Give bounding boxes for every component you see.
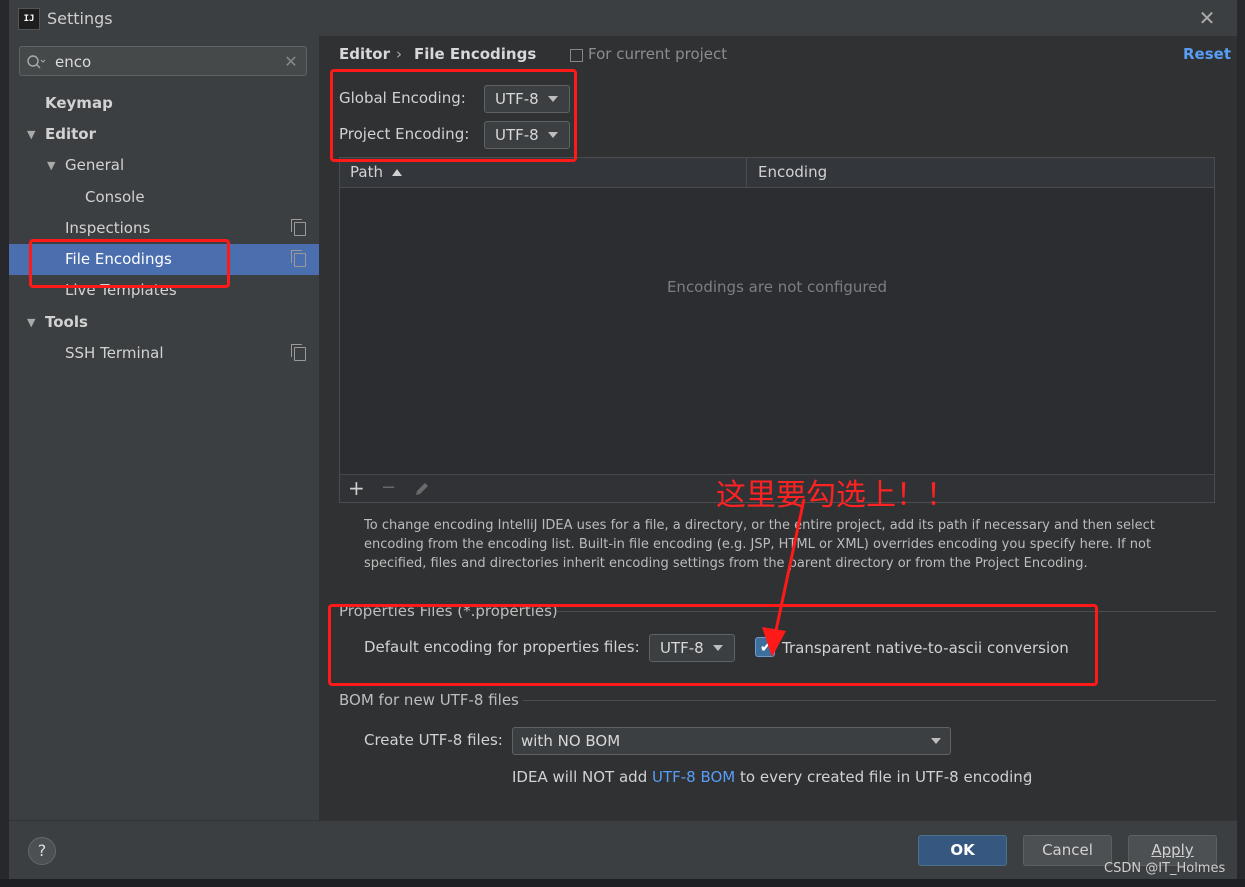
add-icon[interactable]: + [348, 478, 366, 498]
sidebar-item-label: Editor [45, 125, 96, 143]
watermark: CSDN @IT_Holmes [1104, 861, 1226, 876]
close-icon[interactable]: ✕ [1196, 7, 1218, 29]
project-scope-icon [291, 344, 306, 361]
bom-select[interactable]: with NO BOM [512, 727, 951, 755]
annotation-box-properties [328, 604, 1098, 686]
sidebar-item-keymap[interactable]: Keymap [9, 88, 319, 119]
search-icon[interactable] [26, 53, 46, 71]
annotation-arrow [762, 498, 806, 657]
search-input[interactable] [55, 50, 275, 74]
external-link-icon: ↗ [1022, 768, 1033, 782]
page-title: File Encodings [414, 45, 537, 63]
background-editor-strip-right [1237, 0, 1245, 887]
sort-ascending-icon [392, 169, 402, 176]
sidebar-item-tools[interactable]: ▼ Tools [9, 307, 319, 338]
chevron-down-icon[interactable]: ▼ [27, 307, 35, 338]
encodings-table[interactable] [339, 157, 1215, 503]
clear-search-icon[interactable]: ✕ [283, 52, 299, 72]
chevron-down-icon[interactable]: ▼ [47, 150, 55, 181]
bom-note-suffix: to every created file in UTF-8 encoding [735, 768, 1033, 786]
sidebar-item-label: Console [85, 188, 145, 206]
annotation-box-encodings [330, 69, 577, 162]
cancel-button[interactable]: Cancel [1023, 835, 1112, 866]
section-divider [523, 700, 1216, 701]
bom-select-value: with NO BOM [521, 732, 621, 750]
ok-button[interactable]: OK [918, 835, 1007, 866]
project-scope-icon [291, 219, 306, 236]
breadcrumb-separator: › [396, 45, 402, 63]
chevron-down-icon[interactable]: ▼ [27, 119, 35, 150]
intellij-logo-icon: IJ [18, 8, 40, 30]
bom-note: IDEA will NOT add UTF-8 BOM to every cre… [512, 768, 1032, 786]
column-divider[interactable] [746, 158, 747, 188]
bom-section-title: BOM for new UTF-8 files [339, 691, 519, 709]
title-bar [9, 0, 1237, 36]
create-utf8-label: Create UTF-8 files: [364, 731, 503, 749]
sidebar-item-label: Tools [45, 313, 88, 331]
window-title: Settings [47, 9, 113, 28]
column-header-encoding[interactable]: Encoding [758, 163, 827, 181]
background-editor-strip [0, 0, 9, 887]
sidebar-item-console[interactable]: Console [9, 182, 319, 213]
sidebar-item-general[interactable]: ▼ General [9, 150, 319, 181]
chevron-down-icon [931, 738, 941, 744]
reset-link[interactable]: Reset [1183, 45, 1231, 63]
project-scope-icon [291, 250, 306, 267]
sidebar-item-label: Keymap [45, 94, 113, 112]
project-scope-icon [570, 49, 583, 62]
sidebar-item-editor[interactable]: ▼ Editor [9, 119, 319, 150]
bom-note-prefix: IDEA will NOT add [512, 768, 652, 786]
sidebar-item-label: General [65, 156, 125, 174]
help-button[interactable]: ? [28, 837, 56, 865]
sidebar-item-ssh-terminal[interactable]: SSH Terminal [9, 338, 319, 369]
breadcrumb-parent[interactable]: Editor [339, 45, 390, 63]
edit-pencil-icon[interactable] [413, 480, 431, 498]
sidebar-item-label: SSH Terminal [65, 344, 164, 362]
column-header-path[interactable]: Path [350, 163, 383, 181]
table-empty-text: Encodings are not configured [666, 278, 888, 296]
remove-icon[interactable]: − [381, 478, 397, 498]
background-bottom-strip [0, 879, 1245, 887]
annotation-text: 这里要勾选上！！ [716, 478, 956, 513]
annotation-box-sidebar [29, 239, 230, 288]
utf8-bom-link[interactable]: UTF-8 BOM [652, 768, 735, 786]
project-scope-label: For current project [588, 45, 728, 63]
